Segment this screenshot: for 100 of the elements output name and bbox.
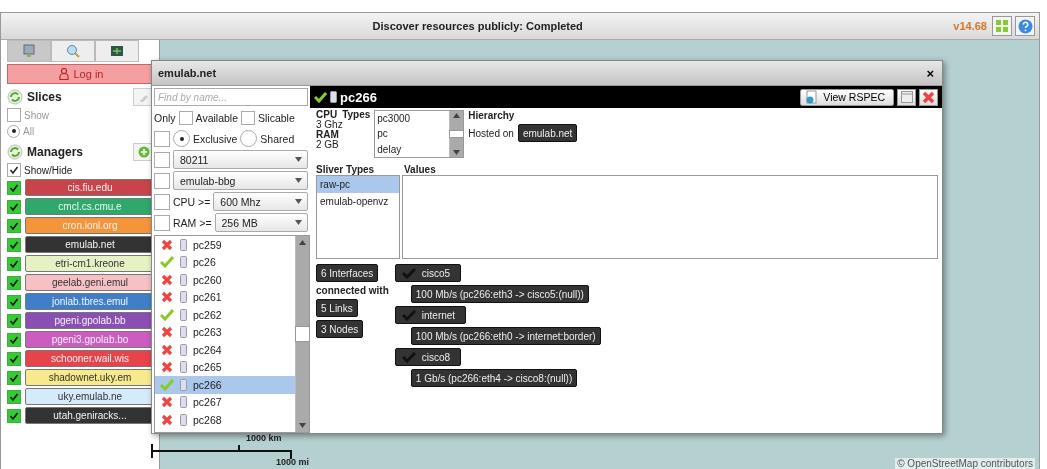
grid-icon [995,19,1009,33]
show-hide-checkbox[interactable] [7,163,21,177]
filter-checkbox[interactable] [154,130,170,147]
manager-checkbox[interactable] [7,237,21,252]
node-list-item[interactable]: pc260 [155,271,295,289]
pencil-icon [139,92,149,102]
window-button[interactable] [897,88,916,106]
only-label: Only [154,111,176,124]
connected-with-label: connected with [316,285,389,296]
sliver-type-item[interactable]: raw-pc [317,176,399,193]
server-icon [180,396,187,409]
caret-icon [295,220,302,225]
manager-checkbox[interactable] [7,313,21,328]
down-arrow-icon[interactable] [299,423,306,428]
manager-checkbox[interactable] [7,180,21,195]
caret-icon [295,157,302,162]
connected-node-button[interactable]: internet [394,306,467,324]
node-list-item[interactable]: pc259 [155,236,295,254]
all-radio[interactable] [7,124,20,138]
grid-tab[interactable] [95,40,139,62]
scrollbar[interactable] [449,111,464,157]
connected-node-button[interactable]: cisco5 [394,264,462,282]
filter-checkbox[interactable] [154,193,170,210]
node-list-item[interactable]: pc262 [155,306,295,324]
window-icon [900,91,913,103]
down-arrow-icon[interactable] [453,150,461,155]
mode-radio[interactable] [240,130,258,147]
filter-dropdown[interactable]: 256 MB [214,213,308,232]
filter-dropdown[interactable]: 80211 [173,150,308,169]
filter-dropdown[interactable]: 600 Mhz [213,192,308,211]
up-arrow-icon[interactable] [299,240,306,245]
manager-checkbox[interactable] [7,256,21,271]
manager-checkbox[interactable] [7,370,21,385]
node-list-item[interactable]: pc268 [155,411,295,429]
view-rspec-button[interactable]: View RSPEC [800,88,894,106]
sliver-type-item[interactable]: emulab-openvz [317,193,399,210]
filter-checkbox[interactable] [154,214,170,231]
server-icon [180,256,187,269]
grid-icon [110,44,124,58]
caret-icon [295,199,302,204]
plus-icon [138,146,150,158]
host-button[interactable]: emulab.net [517,124,578,142]
filter-label: RAM >= [173,216,212,229]
node-list-item[interactable]: pc267 [155,393,295,411]
node-list-item[interactable]: pc266 [155,376,295,394]
manager-checkbox[interactable] [7,218,21,233]
interfaces-button[interactable]: 6 Interfaces [316,264,379,282]
nodes-button[interactable]: 3 Nodes [316,320,364,338]
cpu-value: 3 Ghz [316,120,343,130]
scrollbar-thumb[interactable] [449,130,465,138]
search-icon [66,44,80,58]
cpu-label: CPU [316,110,338,120]
server-icon [180,273,187,286]
server-icon [180,291,187,304]
scale-label: 1000 km [246,433,282,443]
show-label: Show [24,109,49,121]
links-button[interactable]: 5 Links [316,299,358,317]
manager-checkbox[interactable] [7,275,21,290]
manager-checkbox[interactable] [7,332,21,347]
link-button[interactable]: 100 Mb/s (pc266:eth3 -> cisco5:(null)) [410,285,589,303]
show-hide-label: Show/Hide [24,164,73,176]
node-list-item[interactable]: pc265 [155,358,295,376]
manager-checkbox[interactable] [7,408,21,423]
scrollbar[interactable] [295,236,309,432]
managers-heading: Managers [27,145,85,159]
node-name: pc264 [193,343,222,356]
manager-checkbox[interactable] [7,199,21,214]
help-button[interactable] [1015,16,1035,36]
node-list-item[interactable]: pc261 [155,288,295,306]
help-icon [1017,18,1033,34]
slicable-checkbox[interactable] [241,110,255,125]
refresh-icon [7,89,23,105]
filter-dropdown[interactable]: emulab-bbg [173,171,308,190]
delete-button[interactable] [919,88,938,106]
manager-checkbox[interactable] [7,294,21,309]
show-checkbox[interactable] [7,108,21,122]
manager-checkbox[interactable] [7,351,21,366]
node-list-item[interactable]: pc264 [155,341,295,359]
manager-checkbox[interactable] [7,389,21,404]
available-checkbox[interactable] [178,110,193,125]
mode-radio[interactable] [173,130,190,147]
link-button[interactable]: 100 Mb/s (pc266:eth0 -> internet:border) [410,327,601,345]
ram-value: 2 GB [316,140,340,150]
node-list-item[interactable]: pc26 [155,253,295,271]
layout-button[interactable] [992,16,1012,36]
slicable-label: Slicable [258,111,295,124]
type-item: pc [377,128,389,140]
connected-node-button[interactable]: cisco8 [394,348,462,366]
search-field[interactable]: Find by name... [154,88,308,106]
up-arrow-icon[interactable] [453,113,461,118]
filter-checkbox[interactable] [154,151,170,168]
scrollbar-thumb[interactable] [295,326,310,342]
refresh-icon [7,144,23,160]
close-button[interactable]: × [924,65,936,81]
filter-checkbox[interactable] [154,172,170,189]
server-icon [180,378,187,391]
node-name: pc260 [193,273,222,286]
link-button[interactable]: 1 Gb/s (pc266:eth4 -> cisco8:(null)) [410,369,578,387]
hierarchy-label: Hierarchy [468,110,516,121]
node-list-item[interactable]: pc263 [155,323,295,341]
